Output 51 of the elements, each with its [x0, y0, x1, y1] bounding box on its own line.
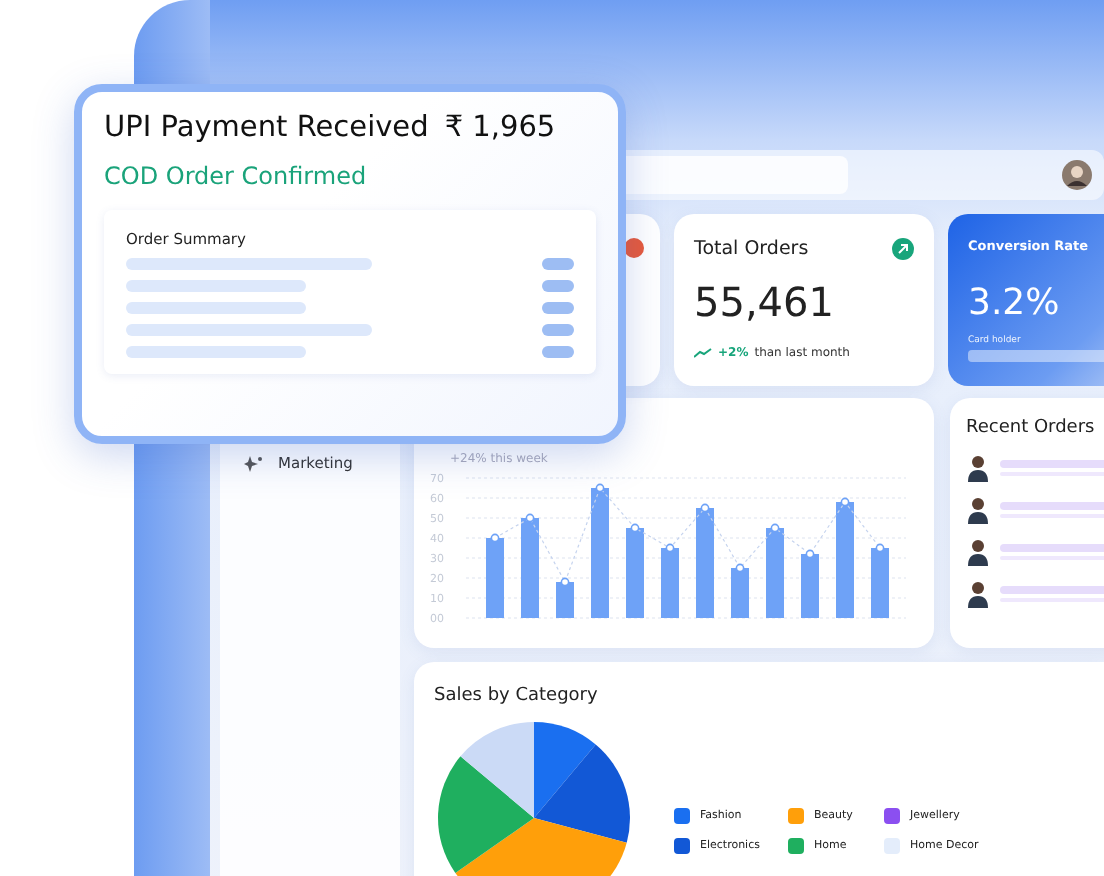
bar — [871, 548, 889, 618]
data-point — [490, 533, 500, 543]
data-point — [525, 513, 535, 523]
trend-up-icon — [694, 348, 712, 358]
bar — [521, 518, 539, 618]
bar — [801, 554, 819, 618]
input-bar — [968, 350, 1104, 362]
order-status: COD Order Confirmed — [104, 162, 369, 190]
stat-value: 3.2% — [968, 282, 1062, 324]
data-point — [560, 577, 570, 587]
person-icon — [966, 454, 990, 482]
bar — [696, 508, 714, 618]
payment-amount: ₹ 1,965 — [444, 112, 556, 144]
bar — [836, 502, 854, 618]
bar — [626, 528, 644, 618]
value-placeholder — [542, 302, 574, 314]
bar — [591, 488, 609, 618]
value-placeholder — [542, 280, 574, 292]
person-icon — [966, 538, 990, 566]
text-placeholder — [1000, 460, 1104, 476]
stat-value: 55,461 — [694, 278, 836, 326]
person-icon — [966, 580, 990, 608]
bar — [486, 538, 504, 618]
data-point — [595, 483, 605, 493]
alert-badge-icon — [624, 238, 644, 258]
data-point — [700, 503, 710, 513]
card-title: Sales by Category — [434, 686, 600, 706]
data-point — [840, 497, 850, 507]
avatar-icon[interactable] — [1062, 160, 1092, 190]
data-point — [665, 543, 675, 553]
data-point — [805, 549, 815, 559]
bar — [731, 568, 749, 618]
value-placeholder — [542, 346, 574, 358]
person-icon — [966, 496, 990, 524]
card-title: Recent Orders — [966, 418, 1097, 438]
data-point — [630, 523, 640, 533]
notification-title: UPI Payment Received — [104, 112, 429, 144]
data-point — [875, 543, 885, 553]
value-placeholder — [542, 258, 574, 270]
text-placeholder — [1000, 586, 1104, 602]
arrow-up-right-icon — [892, 238, 914, 260]
text-placeholder — [1000, 544, 1104, 560]
data-point — [735, 563, 745, 573]
sparkle-icon — [244, 455, 262, 471]
card-title: Total Orders — [694, 238, 809, 260]
bar — [661, 548, 679, 618]
value-placeholder — [542, 324, 574, 336]
text-placeholder — [1000, 502, 1104, 518]
bar — [556, 582, 574, 618]
data-point — [770, 523, 780, 533]
bar — [766, 528, 784, 618]
